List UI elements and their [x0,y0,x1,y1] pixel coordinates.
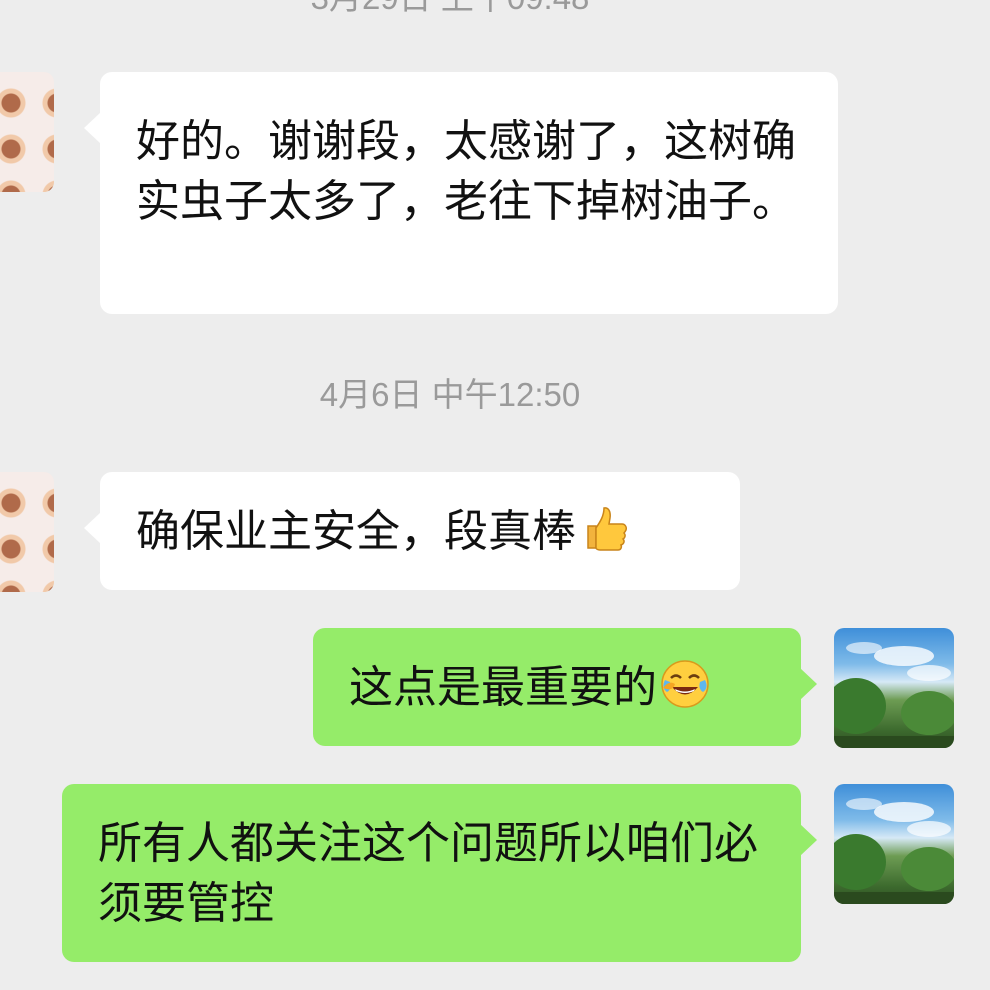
outgoing-message-bubble[interactable]: 这点是最重要的 [313,628,817,746]
self-avatar[interactable] [834,628,954,748]
contact-avatar[interactable] [0,472,54,592]
crying-laughing-icon [661,660,709,708]
thumbs-up-icon [587,507,627,551]
message-text: 确保业主安全，段真棒 [136,506,576,557]
incoming-message-bubble[interactable]: 好的。谢谢段，太感谢了，这树确实虫子太多了，老往下掉树油子。 [84,72,838,314]
self-avatar[interactable] [834,784,954,904]
message-text: 这点是最重要的 [349,662,657,713]
message-timestamp: 3月29日 上午09:48 [0,0,900,18]
incoming-message-bubble[interactable]: 确保业主安全，段真棒 [84,472,740,590]
message-text: 所有人都关注这个问题所以咱们必须要管控 [98,818,758,929]
contact-avatar[interactable] [0,72,54,192]
message-text: 好的。谢谢段，太感谢了，这树确实虫子太多了，老往下掉树油子。 [136,116,796,227]
chat-history[interactable]: 3月29日 上午09:48 好的。谢谢段，太感谢了，这树确实虫子太多了，老往下掉… [0,0,990,990]
message-timestamp: 4月6日 中午12:50 [319,376,581,413]
landscape-photo-icon [834,798,954,904]
outgoing-message-bubble[interactable]: 所有人都关注这个问题所以咱们必须要管控 [62,784,817,962]
landscape-photo-icon [834,642,954,748]
